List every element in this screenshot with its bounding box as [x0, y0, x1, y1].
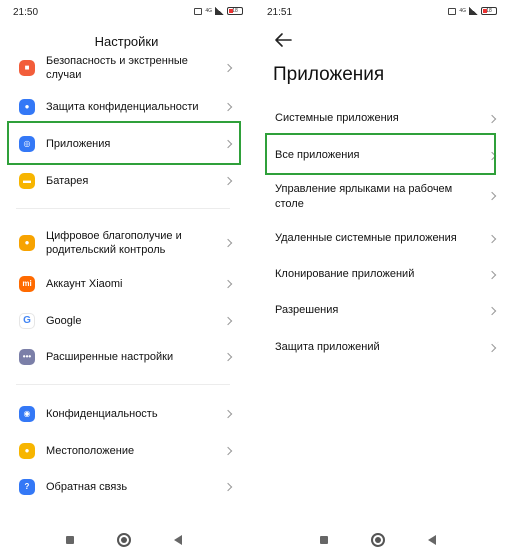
- back-button[interactable]: [428, 535, 436, 545]
- status-icons: 4G 18: [448, 7, 497, 15]
- settings-item-label: Аккаунт Xiaomi: [46, 278, 123, 290]
- battery-level: 18: [486, 8, 492, 14]
- apps-item-system-apps[interactable]: Системные приложения: [254, 108, 507, 130]
- apps-item-label: Удаленные системные приложения: [275, 232, 457, 244]
- settings-item-label: Защита конфиденциальности: [46, 101, 199, 113]
- signal-icon: [215, 7, 224, 15]
- apps-item-dual-apps[interactable]: Клонирование приложений: [254, 264, 507, 286]
- chevron-right-icon: [223, 63, 233, 73]
- settings-item-label: Батарея: [46, 175, 89, 187]
- chevron-right-icon: [223, 446, 233, 456]
- eye-icon: ◉: [19, 406, 35, 422]
- apps-item-app-lock[interactable]: Защита приложений: [254, 337, 507, 359]
- chevron-right-icon: [487, 191, 497, 201]
- apps-item-permissions[interactable]: Разрешения: [254, 300, 507, 322]
- battery-indicator-icon: 18: [227, 7, 243, 15]
- settings-item-digital-wellbeing[interactable]: ● Цифровое благополучие и родительский к…: [8, 226, 241, 260]
- apps-item-label: Разрешения: [275, 304, 339, 316]
- settings-item-privacy-protection[interactable]: ● Защита конфиденциальности: [8, 94, 241, 120]
- apps-screen: 21:51 4G 18 Приложения Системные приложе…: [254, 0, 507, 556]
- chevron-right-icon: [223, 176, 233, 186]
- chevron-right-icon: [487, 343, 497, 353]
- chevron-right-icon: [487, 306, 497, 316]
- status-time: 21:51: [267, 7, 293, 18]
- recents-button[interactable]: [320, 536, 328, 544]
- chevron-right-icon: [223, 482, 233, 492]
- navigation-bar: [254, 532, 507, 548]
- shield-icon: ■: [19, 60, 35, 76]
- status-icons: 4G 18: [194, 7, 243, 15]
- sim-icon: [194, 7, 203, 15]
- chevron-right-icon: [223, 238, 233, 248]
- apps-item-label: Защита приложений: [275, 341, 380, 353]
- settings-item-battery[interactable]: ▬ Батарея: [8, 168, 241, 194]
- settings-item-label: Google: [46, 315, 82, 327]
- chevron-right-icon: [487, 234, 497, 244]
- navigation-bar: [0, 532, 253, 548]
- settings-item-privacy[interactable]: ◉ Конфиденциальность: [8, 401, 241, 427]
- status-bar: 21:51 4G 18: [254, 0, 507, 26]
- apps-item-label: Управление ярлыками на рабочем столе: [275, 183, 453, 210]
- chevron-right-icon: [487, 114, 497, 124]
- chevron-right-icon: [223, 409, 233, 419]
- sim-icon: [448, 7, 457, 15]
- chevron-right-icon: [487, 270, 497, 280]
- highlight-frame: [7, 121, 241, 165]
- chevron-right-icon: [223, 352, 233, 362]
- apps-item-label: Системные приложения: [275, 112, 399, 124]
- settings-item-xiaomi-account[interactable]: mi Аккаунт Xiaomi: [8, 271, 241, 297]
- settings-item-security[interactable]: ■ Безопасность и экстренные случаи: [8, 52, 241, 84]
- more-icon: •••: [19, 349, 35, 365]
- signal-icon: [469, 7, 478, 15]
- settings-screen: 21:50 4G 18 Настройки ■ Безопасность и э…: [0, 0, 253, 556]
- feedback-icon: ?: [19, 479, 35, 495]
- settings-item-feedback[interactable]: ? Обратная связь: [8, 474, 241, 500]
- highlight-frame: [265, 133, 496, 175]
- back-arrow-icon[interactable]: [274, 32, 292, 48]
- section-divider: [16, 384, 230, 385]
- network-type-label: 4G: [205, 7, 212, 14]
- home-button[interactable]: [117, 533, 131, 547]
- settings-item-label: Обратная связь: [46, 481, 128, 493]
- google-icon: G: [19, 313, 35, 329]
- chevron-right-icon: [223, 316, 233, 326]
- home-button[interactable]: [371, 533, 385, 547]
- chevron-right-icon: [223, 102, 233, 112]
- settings-item-label: Безопасность и экстренные случаи: [46, 55, 188, 81]
- chevron-right-icon: [223, 279, 233, 289]
- status-bar: 21:50 4G 18: [0, 0, 253, 26]
- apps-item-shortcuts[interactable]: Управление ярлыками на рабочем столе: [254, 180, 507, 212]
- settings-item-advanced[interactable]: ••• Расширенные настройки: [8, 344, 241, 370]
- xiaomi-icon: mi: [19, 276, 35, 292]
- privacy-protection-icon: ●: [19, 99, 35, 115]
- location-pin-icon: ●: [19, 443, 35, 459]
- apps-item-uninstalled-system-apps[interactable]: Удаленные системные приложения: [254, 228, 507, 250]
- page-title: Настройки: [94, 34, 159, 49]
- network-type-label: 4G: [459, 7, 466, 14]
- battery-icon: ▬: [19, 173, 35, 189]
- apps-item-label: Клонирование приложений: [275, 268, 415, 280]
- settings-item-label: Цифровое благополучие и родительский кон…: [46, 230, 182, 256]
- wellbeing-icon: ●: [19, 235, 35, 251]
- section-divider: [16, 208, 230, 209]
- page-title: Приложения: [273, 64, 385, 85]
- settings-item-google[interactable]: G Google: [8, 308, 241, 334]
- recents-button[interactable]: [66, 536, 74, 544]
- settings-item-label: Конфиденциальность: [46, 408, 158, 420]
- status-time: 21:50: [13, 7, 39, 18]
- battery-indicator-icon: 18: [481, 7, 497, 15]
- settings-item-label: Расширенные настройки: [46, 351, 174, 363]
- back-button[interactable]: [174, 535, 182, 545]
- battery-level: 18: [232, 8, 238, 14]
- settings-item-location[interactable]: ● Местоположение: [8, 438, 241, 464]
- settings-item-label: Местоположение: [46, 445, 135, 457]
